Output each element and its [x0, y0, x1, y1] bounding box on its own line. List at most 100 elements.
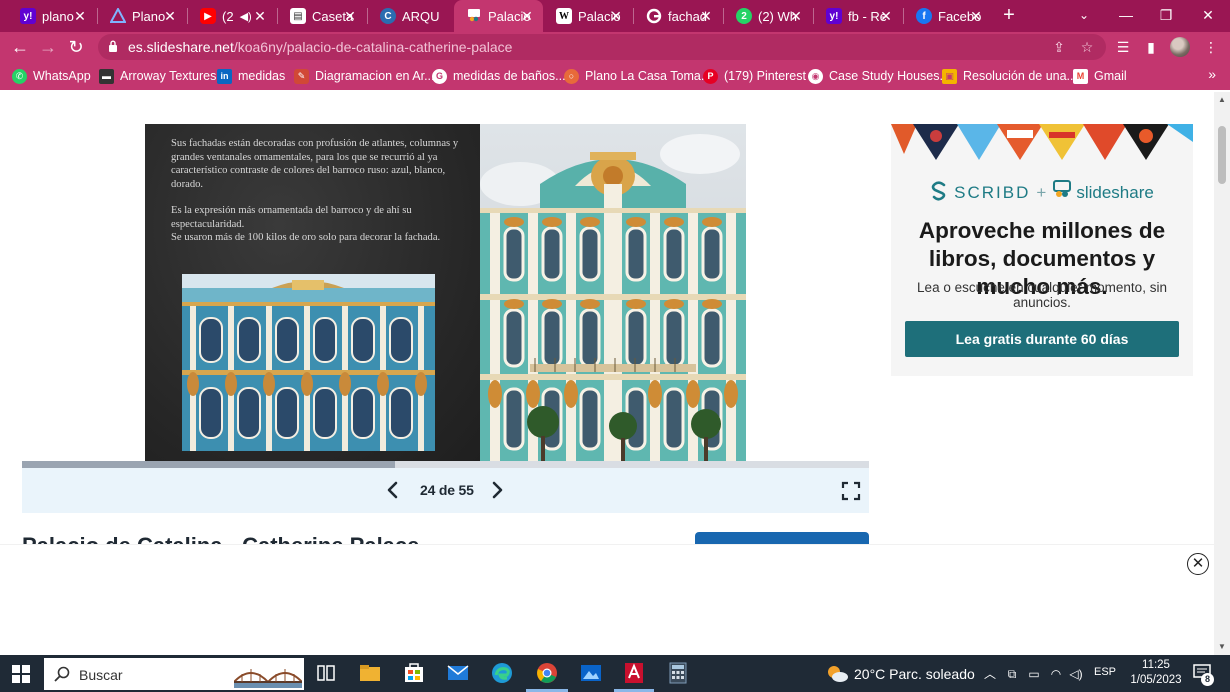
tab-youtube[interactable]: ▶ (2 ◀) ✕	[188, 0, 276, 32]
input-language[interactable]: ESP	[1094, 666, 1116, 678]
side-panel-icon[interactable]: ▮	[1140, 36, 1162, 58]
bookmark-case-study[interactable]: ◉ Case Study Houses...	[808, 67, 950, 85]
meet-now-icon[interactable]: ⧉	[1004, 666, 1020, 682]
tab-facebook[interactable]: f Facebo ✕	[904, 0, 992, 32]
triangle-logo-icon	[110, 8, 126, 24]
task-view-icon[interactable]	[314, 661, 338, 685]
tab-palacio-slideshare[interactable]: Palacio ✕	[454, 0, 543, 32]
tab-whatsapp[interactable]: 2 (2) Wh ✕	[724, 0, 812, 32]
slide-viewer[interactable]: Sus fachadas están decoradas con profusi…	[145, 124, 746, 461]
file-explorer-icon[interactable]	[358, 661, 382, 685]
battery-icon[interactable]: ▭	[1026, 666, 1042, 682]
bookmark-whatsapp[interactable]: ✆ WhatsApp	[12, 67, 91, 85]
url-path: /koa6ny/palacio-de-catalina-catherine-pa…	[233, 39, 513, 55]
close-tab-icon[interactable]: ✕	[342, 8, 358, 24]
circle-c-icon: C	[380, 8, 396, 24]
notification-count-badge: 8	[1201, 673, 1214, 686]
url-host: es.slideshare.net	[128, 39, 234, 55]
slide-progress-bar[interactable]	[22, 461, 869, 468]
gmail-icon: M	[1073, 68, 1088, 84]
minimize-button[interactable]: —	[1106, 0, 1146, 32]
tab-arqu[interactable]: C ARQU	[368, 0, 454, 32]
bookmark-label: Resolución de una...	[963, 69, 1077, 83]
photos-icon[interactable]	[579, 661, 603, 685]
clock[interactable]: 11:25 1/05/2023	[1124, 658, 1188, 688]
bookmark-arroway[interactable]: ▬ Arroway Textures	[99, 67, 216, 85]
close-tab-icon[interactable]: ✕	[788, 8, 804, 24]
close-tab-icon[interactable]: ✕	[162, 8, 178, 24]
address-bar[interactable]: es.slideshare.net/koa6ny/palacio-de-cata…	[98, 34, 1106, 60]
scribd-ad[interactable]: SCRIBD + slideshare Aproveche millones de…	[891, 124, 1193, 376]
url-text[interactable]: es.slideshare.net/koa6ny/palacio-de-cata…	[128, 39, 512, 55]
speaker-icon[interactable]: ◀)	[240, 10, 252, 23]
menu-dots-icon[interactable]: ⋮	[1200, 36, 1222, 58]
forward-button[interactable]: →	[36, 36, 60, 58]
volume-icon[interactable]: ◁)	[1068, 666, 1084, 682]
edge-icon[interactable]	[490, 661, 514, 685]
slide-progress-fill	[22, 461, 395, 468]
media-queue-icon[interactable]: ☰	[1112, 36, 1134, 58]
bookmark-label: WhatsApp	[33, 69, 91, 83]
bookmark-star-icon[interactable]: ☆	[1078, 38, 1096, 56]
close-ad-button[interactable]: ✕	[1187, 553, 1209, 575]
tab-caseta[interactable]: ▤ Caseta ✕	[278, 0, 366, 32]
autocad-icon[interactable]	[622, 661, 646, 685]
clock-date: 1/05/2023	[1130, 674, 1182, 686]
ad-cta-button[interactable]: Lea gratis durante 60 días	[905, 321, 1179, 357]
restore-button[interactable]: ❐	[1146, 0, 1186, 32]
page-scrollbar[interactable]: ▲ ▼	[1214, 92, 1230, 655]
close-tab-icon[interactable]: ✕	[519, 8, 535, 24]
yahoo-icon: y!	[20, 8, 36, 24]
previous-slide-button[interactable]	[383, 480, 403, 500]
partly-sunny-icon	[828, 666, 848, 682]
tab-plano-yahoo[interactable]: y! plano ✕	[8, 0, 96, 32]
tab-fachada-google[interactable]: fachad ✕	[634, 0, 722, 32]
lock-icon[interactable]	[108, 40, 118, 53]
fullscreen-icon[interactable]	[841, 481, 861, 501]
network-icon[interactable]: ◠	[1048, 666, 1064, 682]
ad-plus: +	[1036, 183, 1047, 202]
close-tab-icon[interactable]: ✕	[878, 8, 894, 24]
taskbar-search[interactable]: Buscar	[44, 658, 304, 690]
circle-icon: ○	[564, 68, 579, 84]
share-icon[interactable]: ⇪	[1050, 38, 1068, 56]
next-slide-button[interactable]	[487, 480, 507, 500]
tab-palacio-wikipedia[interactable]: W Palacio ✕	[544, 0, 632, 32]
close-tab-icon[interactable]: ✕	[608, 8, 624, 24]
scrollbar-thumb[interactable]	[1218, 126, 1226, 184]
close-tab-icon[interactable]: ✕	[698, 8, 714, 24]
calculator-icon[interactable]	[666, 661, 690, 685]
bookmark-plano-casa[interactable]: ○ Plano La Casa Toma...	[564, 67, 711, 85]
bookmark-medidas[interactable]: in medidas	[217, 67, 285, 85]
bookmark-medidas-banos[interactable]: G medidas de baños...	[432, 67, 566, 85]
back-button[interactable]: ←	[8, 36, 32, 58]
close-tab-icon[interactable]: ✕	[72, 8, 88, 24]
bookmark-label: medidas de baños...	[453, 69, 566, 83]
bookmark-resolucion[interactable]: ▣ Resolución de una...	[942, 67, 1077, 85]
tab-plano[interactable]: Plano ✕	[98, 0, 186, 32]
profile-avatar[interactable]	[1170, 37, 1190, 57]
tab-search-chevron-icon[interactable]: ⌄	[1064, 0, 1104, 32]
weather-widget[interactable]: 20°C Parc. soleado	[826, 665, 975, 683]
bookmark-diagramacion[interactable]: ✎ Diagramacion en Ar...	[294, 67, 435, 85]
facade-photo-small	[182, 274, 435, 451]
microsoft-store-icon[interactable]	[402, 661, 426, 685]
google-icon: G	[432, 68, 447, 84]
bookmark-pinterest[interactable]: P (179) Pinterest	[703, 67, 806, 85]
mail-icon[interactable]	[446, 661, 470, 685]
close-tab-icon[interactable]: ✕	[252, 8, 268, 24]
new-tab-button[interactable]: +	[998, 4, 1020, 26]
reload-button[interactable]: ↻	[64, 36, 88, 58]
windows-start-icon[interactable]	[12, 665, 30, 683]
search-placeholder: Buscar	[79, 667, 123, 683]
scroll-down-arrow-icon[interactable]: ▼	[1217, 642, 1227, 651]
bookmark-gmail[interactable]: M Gmail	[1073, 67, 1127, 85]
bookmarks-overflow-icon[interactable]: »	[1208, 66, 1216, 82]
slideshare-logo-icon	[1053, 180, 1072, 197]
scroll-up-arrow-icon[interactable]: ▲	[1217, 95, 1227, 104]
chrome-icon[interactable]	[535, 661, 559, 685]
tab-fb-yahoo[interactable]: y! fb - Re ✕	[814, 0, 902, 32]
close-window-button[interactable]: ✕	[1188, 0, 1228, 32]
close-tab-icon[interactable]: ✕	[968, 8, 984, 24]
show-hidden-icons-chevron-icon[interactable]: ︿	[982, 666, 998, 682]
